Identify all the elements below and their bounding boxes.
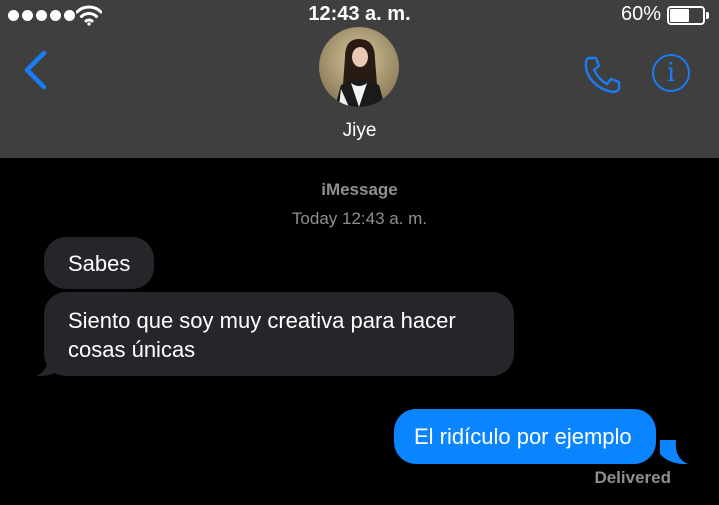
outgoing-message-bubble[interactable]: El ridículo por ejemplo: [394, 409, 656, 464]
incoming-bubble-tail: [36, 352, 64, 377]
incoming-message-bubble[interactable]: Siento que soy muy creativa para hacer c…: [44, 292, 514, 376]
back-chevron-icon[interactable]: [22, 50, 48, 90]
conversation-timestamp: Today 12:43 a. m.: [291, 209, 428, 228]
incoming-message-bubble[interactable]: Sabes: [44, 237, 155, 289]
battery-icon: [667, 6, 709, 25]
battery-percent: 60%: [620, 3, 661, 25]
clock-time: 12:43 a. m.: [308, 3, 411, 25]
info-icon[interactable]: i: [652, 54, 690, 92]
contact-avatar[interactable]: [319, 27, 399, 107]
delivery-status: Delivered: [594, 468, 671, 487]
service-label: iMessage: [321, 180, 398, 199]
conversation-header: 12:43 a. m. 60% Jiye i: [0, 0, 719, 158]
outgoing-bubble-tail: [660, 440, 688, 465]
contact-name[interactable]: Jiye: [0, 120, 719, 142]
phone-call-icon[interactable]: [581, 54, 623, 94]
